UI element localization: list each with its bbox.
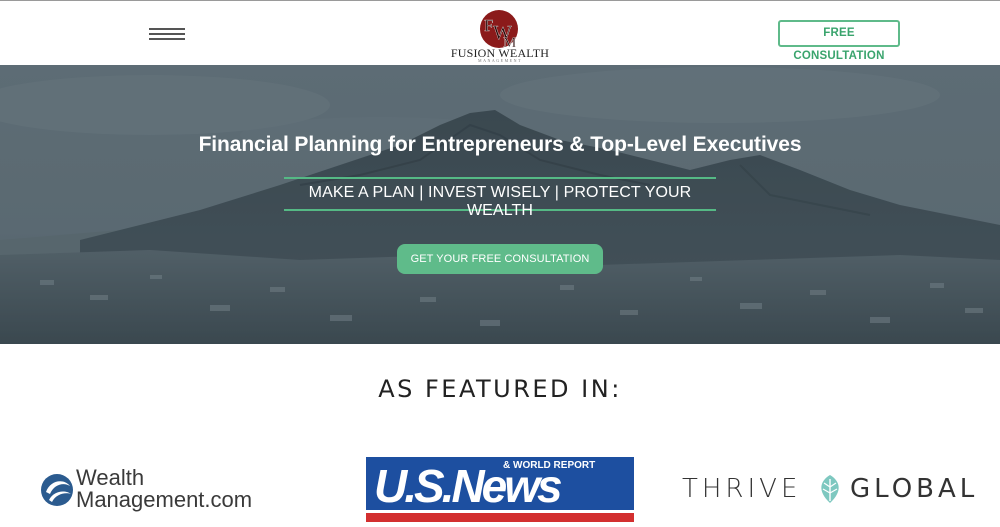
wealthmanagement-logo[interactable]: Wealth Management.com [40,466,300,514]
usnews-logo[interactable]: U.S.News & WORLD REPORT [366,457,634,522]
thrive-global-logo[interactable]: THRIVE GLOBAL [682,472,987,508]
thrive-leaf-icon [821,475,839,503]
site-logo[interactable]: F W M FUSION WEALTH MANAGEMENT [450,4,550,63]
fwm-monogram-icon: F W M [480,10,518,51]
tagline-box: MAKE A PLAN | INVEST WISELY | PROTECT YO… [284,177,716,219]
site-header: F W M FUSION WEALTH MANAGEMENT FREE CONS… [0,0,1000,65]
hero-title: Financial Planning for Entrepreneurs & T… [198,133,802,156]
hero-banner: Financial Planning for Entrepreneurs & T… [0,65,1000,344]
wealthmanagement-line2: Management.com [76,487,253,512]
usnews-red-stripe [366,513,634,522]
free-consultation-button[interactable]: FREE CONSULTATION [778,20,900,62]
logo-subtitle: MANAGEMENT [478,58,522,63]
hamburger-menu-icon[interactable] [149,28,185,40]
usnews-subtitle: & WORLD REPORT [503,460,596,471]
wealthmanagement-swirl-icon [41,474,73,506]
get-free-consultation-button[interactable]: GET YOUR FREE CONSULTATION [397,244,603,274]
hero-tagline: MAKE A PLAN | INVEST WISELY | PROTECT YO… [308,184,692,219]
featured-in-heading: AS FEATURED IN: [378,375,622,403]
thrive-word: THRIVE [682,474,802,504]
global-word: GLOBAL [850,474,979,504]
